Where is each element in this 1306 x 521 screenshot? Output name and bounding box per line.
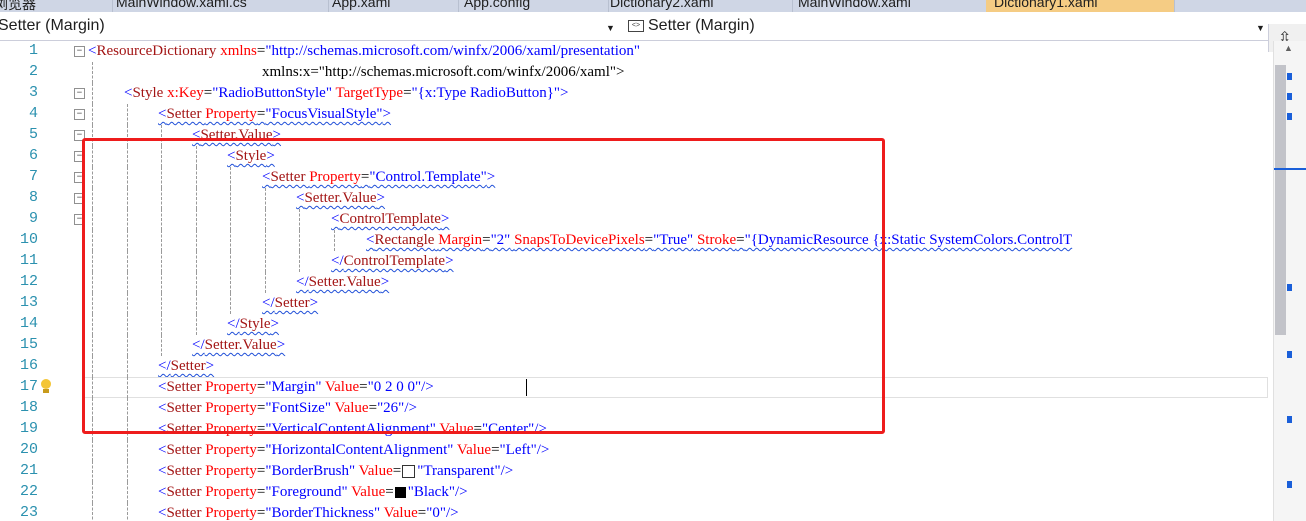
- code-line: 3 − <Style x:Key="RadioButtonStyle" Targ…: [0, 83, 1273, 104]
- code-text: <ResourceDictionary xmlns="http://schema…: [88, 43, 641, 59]
- code-line: 23 <Setter Property="BorderThickness" Va…: [0, 503, 1273, 521]
- tab-label: 浏览器: [0, 0, 36, 12]
- code-line: 2 xmlns:x="http://schemas.microsoft.com/…: [0, 62, 1273, 83]
- fold-toggle-icon[interactable]: −: [74, 46, 85, 57]
- indent-guide: [92, 482, 93, 503]
- element-icon: <>: [628, 20, 644, 32]
- tab-browser[interactable]: 浏览器: [0, 0, 113, 12]
- line-number: 15: [19, 336, 38, 353]
- line-number: 16: [19, 357, 38, 374]
- line-number: 18: [19, 399, 38, 416]
- indent-guide: [127, 503, 128, 521]
- line-number: 12: [19, 273, 38, 290]
- line-number: 11: [19, 252, 38, 269]
- code-line: 20 <Setter Property="HorizontalContentAl…: [0, 440, 1273, 461]
- overview-marker: [1287, 73, 1292, 80]
- tab-dictionary1-xaml[interactable]: Dictionary1.xaml ⊕ ×: [986, 0, 1175, 12]
- code-line: 22 <Setter Property="Foreground" Value= "…: [0, 482, 1273, 503]
- black-swatch-icon: [394, 487, 406, 499]
- line-number: 10: [19, 231, 38, 248]
- scope-dropdown-left-value: Setter (Margin): [0, 17, 105, 34]
- overview-marker: [1287, 481, 1292, 488]
- indent-guide: [92, 503, 93, 521]
- transparent-swatch-icon: [402, 465, 416, 479]
- indent-guide: [92, 104, 93, 125]
- indent-guide: [127, 104, 128, 125]
- tab-label: MainWindow.xaml.cs: [116, 0, 247, 10]
- code-text: <Setter Property="BorderThickness" Value…: [158, 505, 459, 521]
- line-number: 19: [19, 420, 38, 437]
- tab-label: App.config: [464, 0, 531, 10]
- code-text: <Setter Property="Foreground" Value= "Bla…: [158, 484, 468, 500]
- line-number: 20: [19, 441, 38, 458]
- line-number: 7: [28, 168, 38, 185]
- tab-mainwindow-xaml-cs[interactable]: MainWindow.xaml.cs: [108, 0, 329, 12]
- line-number: 3: [28, 84, 38, 101]
- scope-dropdown-right[interactable]: <> Setter (Margin) ▼: [622, 15, 1268, 37]
- line-number: 22: [19, 483, 38, 500]
- scope-dropdown-right-value: Setter (Margin): [648, 17, 755, 34]
- indent-guide: [127, 440, 128, 461]
- code-editor[interactable]: 1 − <ResourceDictionary xmlns="http://sc…: [0, 41, 1273, 521]
- tab-mainwindow-xaml[interactable]: MainWindow.xaml: [790, 0, 989, 12]
- caret-position-marker: [1274, 168, 1306, 170]
- line-number: 5: [28, 126, 38, 143]
- indent-guide: [127, 482, 128, 503]
- chevron-down-icon[interactable]: ▼: [1256, 23, 1265, 33]
- line-number: 21: [19, 462, 38, 479]
- line-number: 6: [28, 147, 38, 164]
- scrollbar-thumb[interactable]: [1275, 65, 1286, 335]
- highlight-annotation-box: [82, 138, 885, 434]
- code-line: 21 <Setter Property="BorderBrush" Value=…: [0, 461, 1273, 482]
- line-number: 9: [28, 210, 38, 227]
- scroll-up-arrow-icon[interactable]: ▲: [1284, 43, 1293, 53]
- overview-marker: [1287, 93, 1292, 100]
- vertical-scrollbar[interactable]: ▲: [1273, 41, 1306, 521]
- tab-dictionary2-xaml[interactable]: Dictionary2.xaml: [602, 0, 793, 12]
- tab-label: Dictionary2.xaml: [610, 0, 714, 10]
- overview-marker: [1287, 416, 1292, 423]
- tab-label: App.xaml: [332, 0, 391, 10]
- line-number: 17: [19, 378, 38, 395]
- scope-dropdown-left[interactable]: Setter (Margin) ▼: [0, 15, 616, 37]
- close-icon[interactable]: ×: [1146, 0, 1154, 4]
- fold-toggle-icon[interactable]: −: [74, 109, 85, 120]
- code-text: <Setter Property="FocusVisualStyle">: [158, 106, 392, 122]
- indent-guide: [92, 83, 93, 104]
- tab-app-xaml[interactable]: App.xaml: [324, 0, 459, 12]
- code-text: <Setter Property="HorizontalContentAlign…: [158, 442, 550, 458]
- chevron-down-icon[interactable]: ▼: [606, 23, 615, 33]
- code-line: 1 − <ResourceDictionary xmlns="http://sc…: [0, 41, 1273, 62]
- line-number: 23: [19, 504, 38, 521]
- navigation-bar: Setter (Margin) ▼ <> Setter (Margin) ▼ ⇳: [0, 12, 1306, 52]
- code-line: 4 − <Setter Property="FocusVisualStyle">: [0, 104, 1273, 125]
- indent-guide: [127, 461, 128, 482]
- line-number: 4: [28, 105, 38, 122]
- overview-marker: [1287, 113, 1292, 120]
- tab-app-config[interactable]: App.config: [456, 0, 609, 12]
- code-text: <Setter Property="BorderBrush" Value= "Tr…: [158, 463, 514, 479]
- overview-marker: [1287, 351, 1292, 358]
- fold-toggle-icon[interactable]: −: [74, 88, 85, 99]
- indent-guide: [92, 461, 93, 482]
- line-number: 1: [28, 42, 38, 59]
- line-number: 8: [28, 189, 38, 206]
- pin-icon[interactable]: ⊕: [1124, 0, 1133, 2]
- tab-label: Dictionary1.xaml: [994, 0, 1098, 10]
- line-number: 14: [19, 315, 38, 332]
- code-text: xmlns:x="http://schemas.microsoft.com/wi…: [262, 64, 625, 80]
- line-number: 2: [28, 63, 38, 80]
- indent-guide: [92, 440, 93, 461]
- indent-guide: [92, 62, 93, 83]
- line-number: 13: [19, 294, 38, 311]
- lightbulb-icon[interactable]: [40, 379, 52, 395]
- document-tab-bar: 浏览器 MainWindow.xaml.cs App.xaml App.conf…: [0, 0, 1306, 12]
- code-text: <Style x:Key="RadioButtonStyle" TargetTy…: [124, 85, 569, 101]
- tab-label: MainWindow.xaml: [798, 0, 911, 10]
- overview-marker: [1287, 284, 1292, 291]
